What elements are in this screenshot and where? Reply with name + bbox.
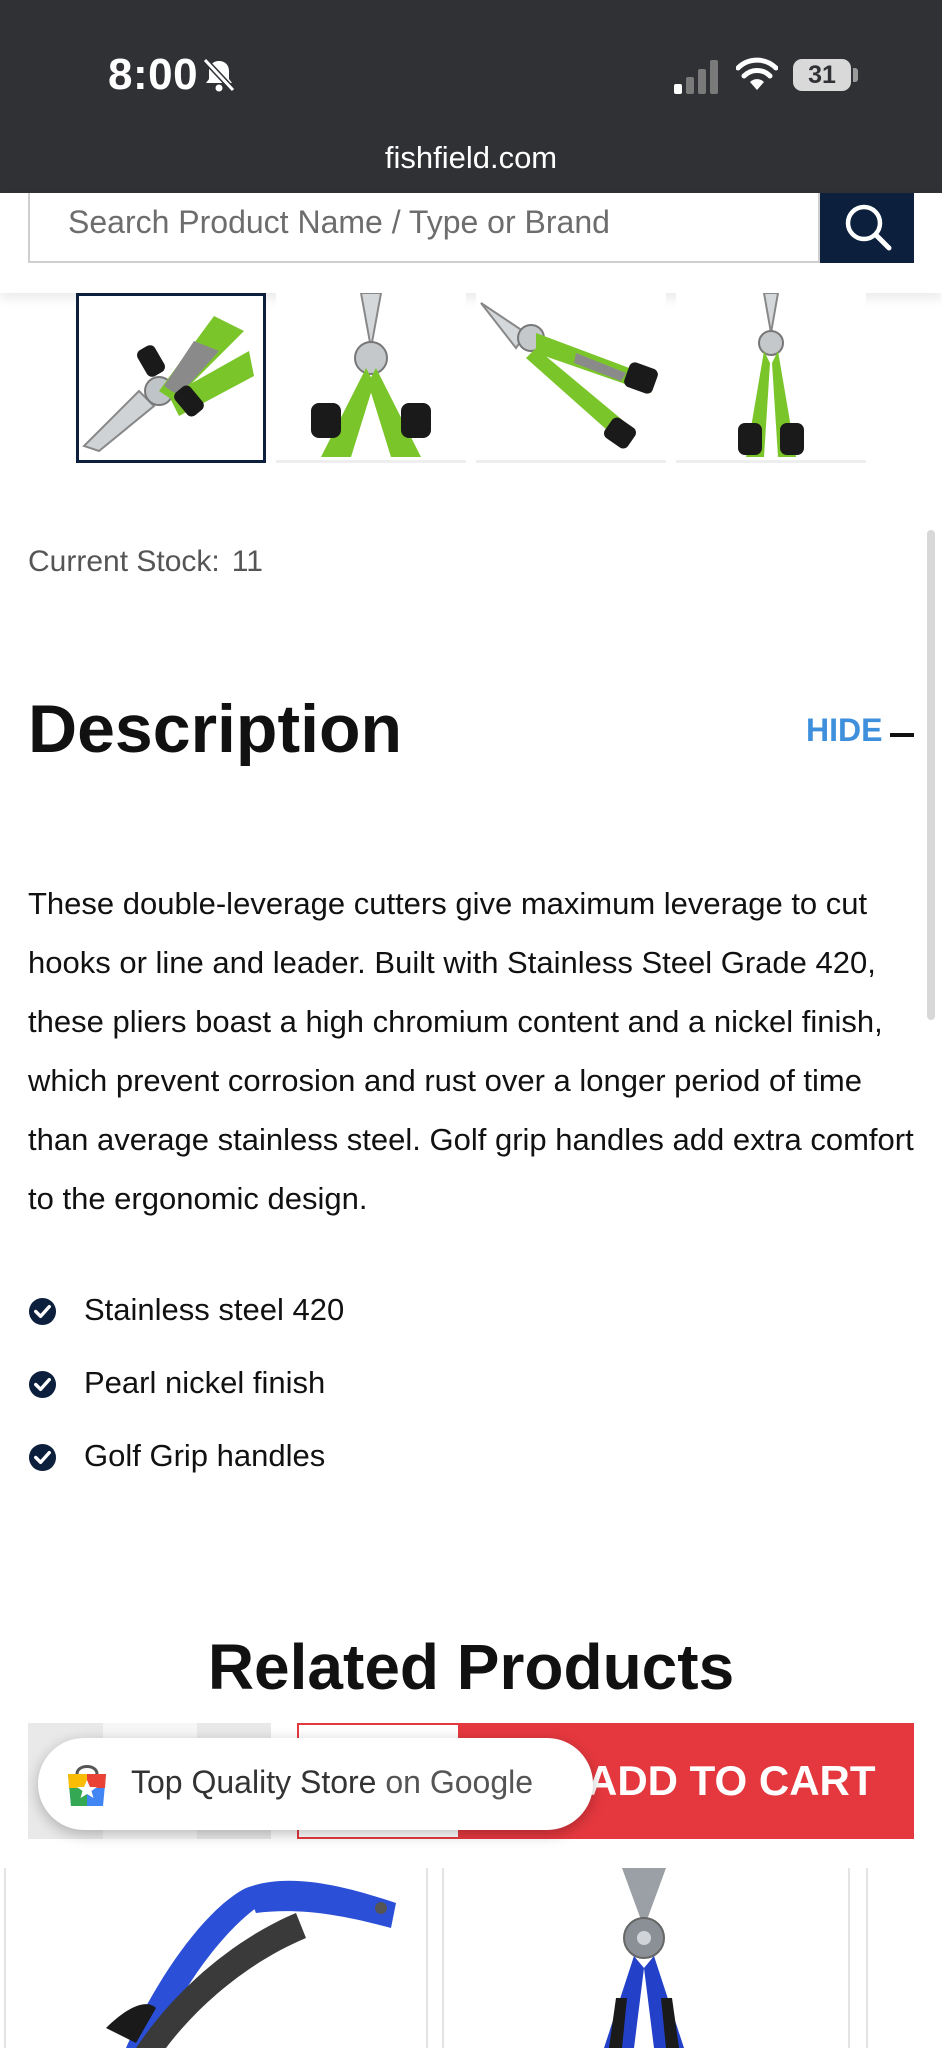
status-time: 8:00 (108, 50, 199, 99)
pliers-side-image (82, 316, 254, 453)
feature-list: Stainless steel 420 Pearl nickel finish … (28, 1280, 344, 1499)
product-thumbnails (76, 292, 866, 468)
google-shopping-bag-icon (68, 1765, 106, 1806)
thumbnail-4[interactable] (676, 292, 866, 463)
cellular-signal-icon (674, 60, 718, 94)
blue-cutters-image (604, 1868, 684, 2048)
description-heading: Description (28, 691, 403, 767)
thumbnail-1[interactable] (76, 293, 266, 463)
feature-text: Golf Grip handles (84, 1438, 326, 1473)
feature-text: Stainless steel 420 (84, 1292, 345, 1327)
pliers-closed-image (738, 292, 804, 457)
feature-item: Golf Grip handles (28, 1426, 344, 1499)
blue-pliers-image (106, 1880, 396, 2048)
collapse-dash-icon[interactable] (890, 733, 914, 737)
thumbnail-2[interactable] (276, 292, 466, 463)
stock-value: 11 (231, 545, 263, 578)
related-product-card[interactable] (866, 1868, 942, 2048)
search-bar: Search Product Name / Type or Brand (0, 193, 942, 293)
check-circle-icon (28, 1297, 57, 1326)
description-text: These double-leverage cutters give maxim… (28, 886, 914, 1216)
check-circle-icon (28, 1370, 57, 1399)
pliers-angled-image (480, 302, 658, 449)
related-product-card[interactable] (442, 1868, 850, 2048)
badge-main-text: Top Quality Store (131, 1764, 377, 1800)
status-bar: 8:00 31 fishfield.com (0, 0, 942, 193)
google-store-badge[interactable]: Top Quality Store on Google (38, 1738, 593, 1830)
hide-description-toggle[interactable]: HIDE (806, 712, 882, 749)
stock-label: Current Stock: (28, 545, 220, 578)
current-stock: Current Stock: 11 (28, 545, 263, 579)
related-products-heading: Related Products (207, 1631, 735, 1703)
feature-text: Pearl nickel finish (84, 1365, 326, 1400)
pliers-front-image (311, 292, 431, 457)
battery-nub (853, 68, 858, 82)
page-scrollbar[interactable] (927, 530, 935, 1020)
check-circle-icon (28, 1443, 57, 1472)
search-button[interactable] (820, 193, 914, 263)
address-bar-url[interactable]: fishfield.com (0, 140, 942, 176)
thumbnail-3[interactable] (476, 293, 666, 463)
feature-item: Pearl nickel finish (28, 1353, 344, 1426)
bell-muted-icon (202, 57, 236, 93)
related-product-card[interactable] (4, 1868, 428, 2048)
badge-brand-text: on Google (385, 1764, 534, 1800)
related-products-carousel (0, 1868, 942, 2048)
feature-item: Stainless steel 420 (28, 1280, 344, 1353)
battery-indicator: 31 (793, 59, 851, 91)
wifi-icon (736, 57, 778, 90)
search-icon (845, 204, 892, 251)
search-input[interactable]: Search Product Name / Type or Brand (28, 193, 820, 263)
add-to-cart-label: ADD TO CART (587, 1757, 876, 1804)
google-badge-text: Top Quality Store on Google (131, 1764, 533, 1801)
